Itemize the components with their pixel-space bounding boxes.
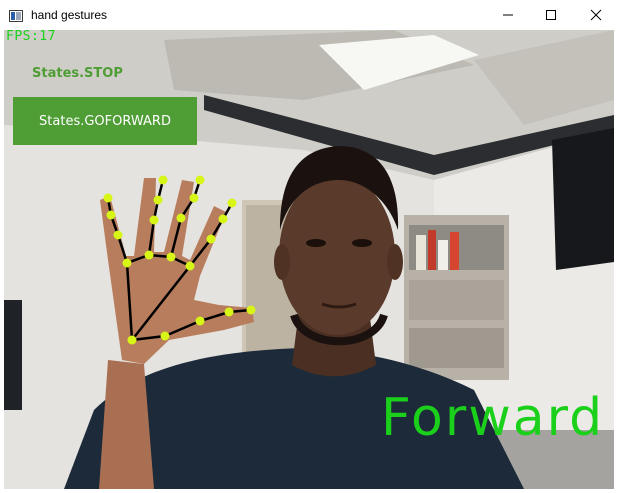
- landmark-point: [206, 234, 216, 244]
- landmark-point: [176, 213, 186, 223]
- monitor: [4, 300, 22, 410]
- book: [450, 232, 459, 270]
- landmark-point: [153, 195, 163, 205]
- landmark-point: [227, 198, 237, 208]
- landmark-point: [195, 175, 205, 185]
- close-button[interactable]: [574, 0, 618, 30]
- window-title: hand gestures: [31, 8, 108, 22]
- minimize-icon: [503, 14, 513, 16]
- wall-tv: [552, 128, 614, 270]
- landmark-point: [122, 258, 132, 268]
- shelf-opening: [409, 280, 504, 320]
- landmark-point: [113, 230, 123, 240]
- previous-state-label: States.STOP: [32, 66, 123, 81]
- landmark-point: [103, 193, 113, 203]
- person-eye: [306, 239, 326, 247]
- close-icon: [590, 9, 602, 21]
- video-frame: FPS:17 States.STOP States.GOFORWARD Forw…: [4, 30, 614, 489]
- app-window-icon: [9, 9, 23, 22]
- landmark-point: [127, 335, 137, 345]
- landmark-point: [189, 193, 199, 203]
- landmark-point: [149, 215, 159, 225]
- landmark-point: [106, 210, 116, 220]
- current-state-label: States.GOFORWARD: [39, 113, 171, 129]
- book: [438, 240, 448, 270]
- landmark-point: [144, 250, 154, 260]
- landmark-point: [218, 214, 228, 224]
- maximize-icon: [546, 10, 556, 20]
- current-state-box: States.GOFORWARD: [13, 97, 197, 145]
- person-eye: [352, 239, 372, 247]
- landmark-point: [166, 252, 176, 262]
- title-bar[interactable]: hand gestures: [0, 0, 618, 30]
- app-window: hand gestures FPS:17 States.STOP States.…: [0, 0, 618, 493]
- landmark-point: [158, 175, 168, 185]
- fps-counter: FPS:17: [6, 30, 56, 44]
- landmark-point: [195, 316, 205, 326]
- landmark-point: [246, 305, 256, 315]
- minimize-button[interactable]: [486, 0, 530, 30]
- shelf-opening: [409, 328, 504, 368]
- gesture-label: Forward: [381, 388, 605, 448]
- person-ear: [274, 244, 290, 280]
- landmark-point: [185, 261, 195, 271]
- person-head: [279, 175, 395, 335]
- landmark-point: [160, 331, 170, 341]
- maximize-button[interactable]: [529, 0, 573, 30]
- book: [416, 235, 426, 270]
- person-ear: [387, 244, 403, 280]
- landmark-point: [224, 307, 234, 317]
- book: [428, 230, 436, 270]
